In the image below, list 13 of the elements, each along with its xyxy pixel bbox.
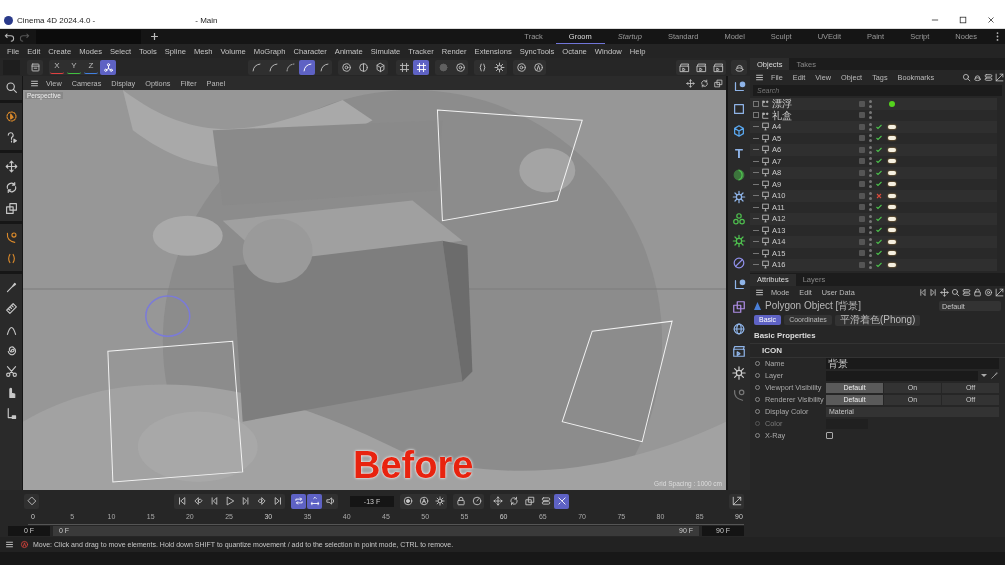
object-type-label: Polygon Object [背景]: [765, 299, 862, 313]
tool-button[interactable]: Y: [67, 59, 81, 74]
object-name[interactable]: 礼盒: [772, 109, 792, 121]
overlay-caption: Before: [353, 443, 474, 487]
tool-button[interactable]: T: [730, 145, 748, 161]
window-title: - Main: [195, 15, 218, 25]
name-field[interactable]: 背景: [826, 358, 999, 369]
page-tab[interactable]: 平滑着色(Phong): [834, 314, 921, 326]
tool-button[interactable]: Z: [84, 59, 98, 74]
tool-button[interactable]: X: [50, 59, 64, 74]
window-title: Cinema 4D 2024.4.0 -: [17, 15, 96, 25]
group-header[interactable]: ICON: [750, 343, 1005, 358]
object-name[interactable]: 漂浮: [772, 98, 792, 110]
